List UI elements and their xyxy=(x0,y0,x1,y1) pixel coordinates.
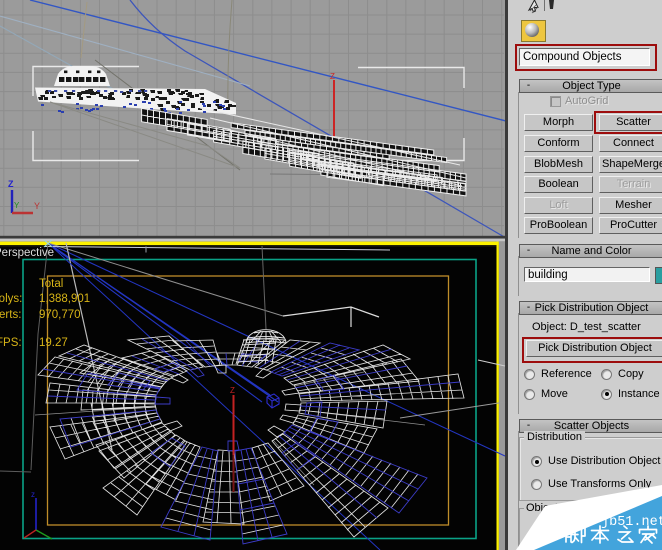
svg-text:1,388,901: 1,388,901 xyxy=(39,293,90,305)
svg-text:Z: Z xyxy=(330,72,335,81)
svg-text:Y: Y xyxy=(34,201,40,211)
svg-text:z: z xyxy=(31,490,35,499)
svg-text:Y: Y xyxy=(14,201,20,210)
svg-text:Verts:: Verts: xyxy=(0,309,21,321)
svg-text:Perspective: Perspective xyxy=(0,247,54,259)
svg-text:Z: Z xyxy=(230,386,235,395)
svg-text:Polys:: Polys: xyxy=(0,293,22,305)
svg-text:970,770: 970,770 xyxy=(39,309,81,321)
svg-text:jb51.net: jb51.net xyxy=(601,515,662,530)
svg-text:Z: Z xyxy=(8,179,14,189)
svg-text:Total: Total xyxy=(39,278,63,290)
svg-text:FPS:: FPS: xyxy=(0,337,22,349)
svg-text:19.27: 19.27 xyxy=(39,337,68,349)
